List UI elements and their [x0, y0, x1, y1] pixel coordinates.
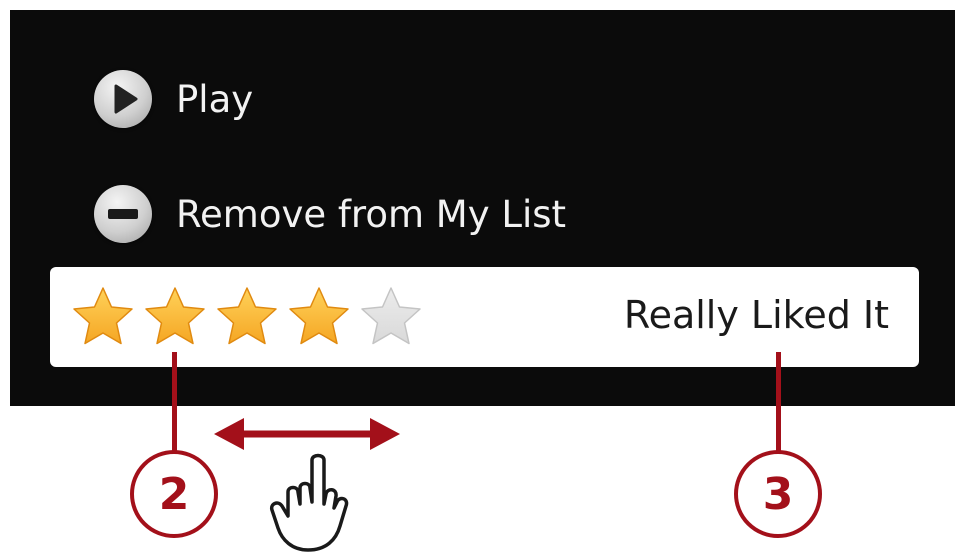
tv-screen: Play Remove from My List Really Liked It [10, 10, 955, 406]
star-rating[interactable] [70, 284, 424, 350]
play-button[interactable]: Play [94, 69, 253, 129]
play-icon [94, 70, 152, 128]
callout-3-number: 3 [762, 468, 794, 520]
star-empty-icon[interactable] [358, 284, 424, 350]
callout-2: 2 [130, 450, 218, 538]
callout-2-number: 2 [158, 468, 190, 520]
remove-from-my-list-label: Remove from My List [176, 192, 567, 236]
minus-icon [94, 185, 152, 243]
star-filled-icon[interactable] [286, 284, 352, 350]
remove-from-my-list-button[interactable]: Remove from My List [94, 184, 566, 244]
callout-3: 3 [734, 450, 822, 538]
rating-label: Really Liked It [623, 293, 889, 337]
double-arrow-icon [214, 418, 400, 450]
star-filled-icon[interactable] [214, 284, 280, 350]
star-filled-icon[interactable] [142, 284, 208, 350]
star-filled-icon[interactable] [70, 284, 136, 350]
rating-bar[interactable]: Really Liked It [50, 267, 919, 367]
swipe-hand-icon [269, 453, 349, 552]
callout-2-line [172, 352, 177, 456]
play-label: Play [176, 77, 254, 121]
callout-3-line [776, 352, 781, 456]
